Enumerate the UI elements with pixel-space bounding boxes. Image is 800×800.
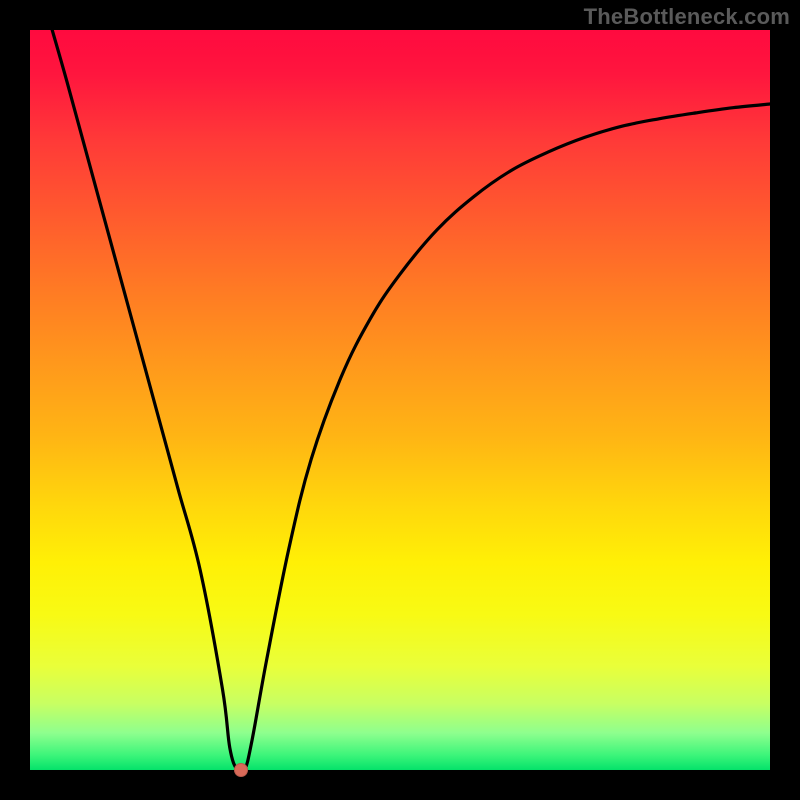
curve-path xyxy=(52,30,770,770)
plot-area xyxy=(30,30,770,770)
chart-container: TheBottleneck.com xyxy=(0,0,800,800)
marker-dot xyxy=(234,763,248,777)
curve-svg xyxy=(30,30,770,770)
watermark-text: TheBottleneck.com xyxy=(584,4,790,30)
